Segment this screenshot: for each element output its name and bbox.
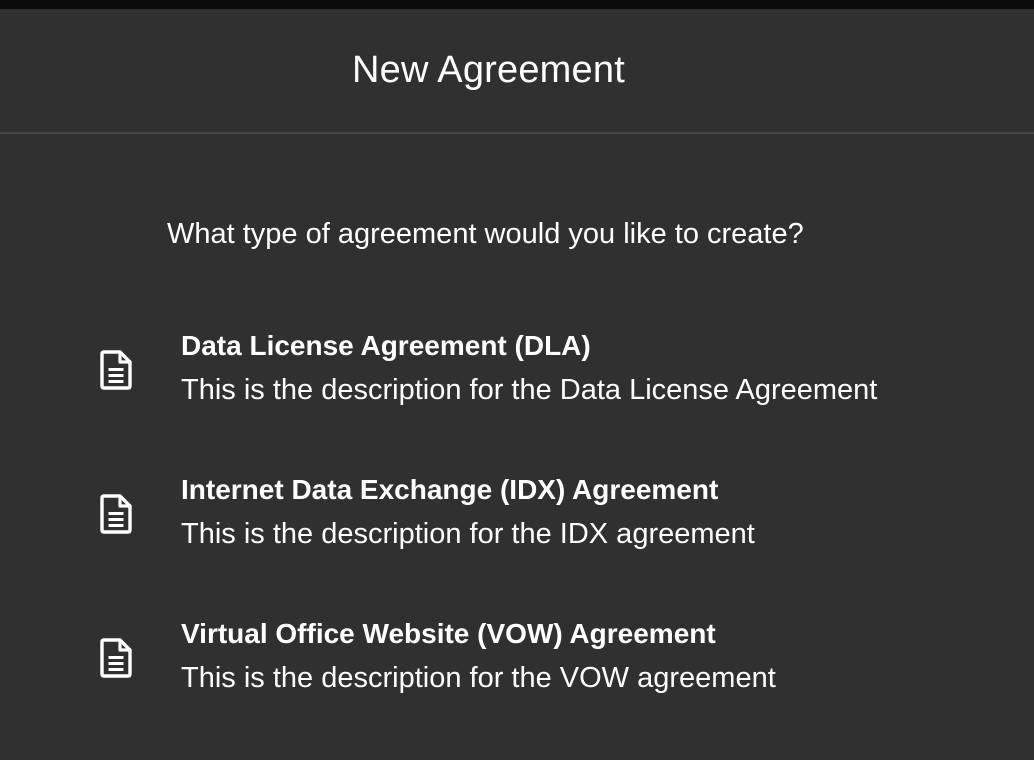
- option-title: Virtual Office Website (VOW) Agreement: [181, 618, 716, 649]
- dialog-title: New Agreement: [352, 49, 625, 91]
- option-title: Internet Data Exchange (IDX) Agreement: [181, 474, 719, 505]
- dialog-header: New Agreement: [0, 9, 1034, 134]
- agreement-type-question: What type of agreement would you like to…: [167, 218, 804, 250]
- agreement-option-idx[interactable]: Internet Data Exchange (IDX) Agreement T…: [0, 464, 1034, 608]
- option-title: Data License Agreement (DLA): [181, 330, 591, 361]
- window-top-strip: [0, 0, 1034, 9]
- document-icon: [99, 348, 135, 392]
- document-icon: [99, 492, 135, 536]
- agreement-option-dla[interactable]: Data License Agreement (DLA) This is the…: [0, 320, 1034, 464]
- option-description: This is the description for the Data Lic…: [181, 374, 878, 406]
- option-description: This is the description for the IDX agre…: [181, 518, 755, 550]
- option-description: This is the description for the VOW agre…: [181, 662, 776, 694]
- agreement-option-vow[interactable]: Virtual Office Website (VOW) Agreement T…: [0, 608, 1034, 752]
- document-icon: [99, 636, 135, 680]
- agreement-type-list: Data License Agreement (DLA) This is the…: [0, 320, 1034, 752]
